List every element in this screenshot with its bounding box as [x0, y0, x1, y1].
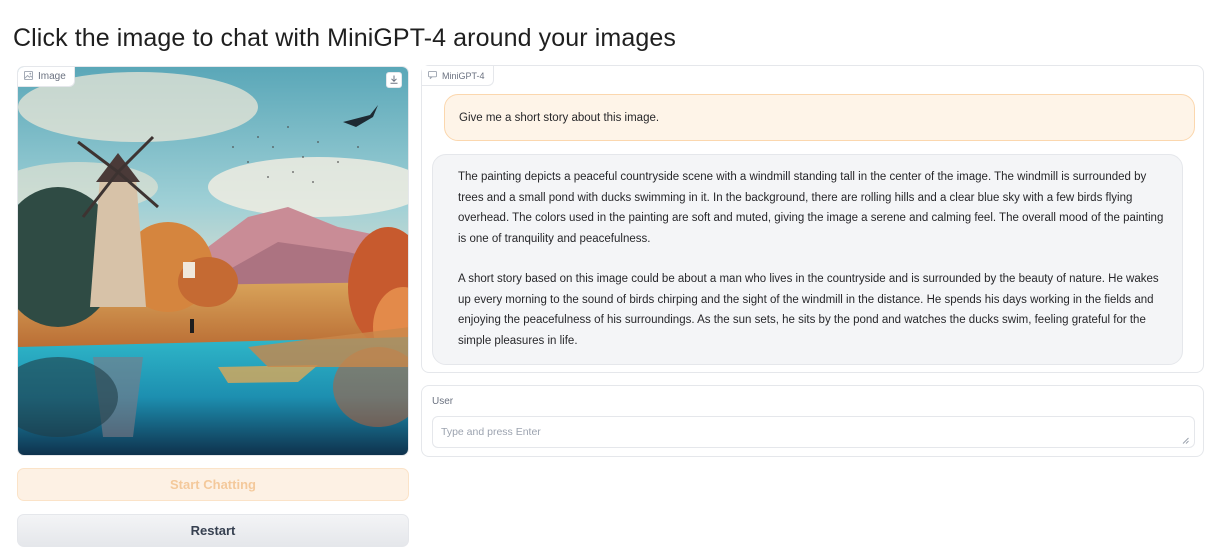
- resize-handle-icon[interactable]: [1182, 437, 1189, 444]
- image-label: Image: [18, 67, 75, 87]
- chatbot-label-text: MiniGPT-4: [442, 70, 485, 81]
- user-message-text: Give me a short story about this image.: [459, 111, 660, 124]
- start-chatting-button[interactable]: Start Chatting: [17, 468, 409, 501]
- uploaded-image[interactable]: [18, 67, 409, 456]
- image-label-text: Image: [38, 71, 66, 82]
- page-title: Click the image to chat with MiniGPT-4 a…: [13, 24, 676, 52]
- chatbot-label: MiniGPT-4: [422, 66, 494, 86]
- image-icon: [24, 70, 33, 83]
- download-icon: [390, 71, 398, 89]
- chat-icon: [428, 70, 437, 81]
- chatbot-panel: MiniGPT-4 Give me a short story about th…: [421, 65, 1204, 373]
- image-panel[interactable]: Image: [17, 66, 409, 456]
- user-message: Give me a short story about this image.: [444, 94, 1195, 141]
- user-input-panel: User: [421, 385, 1204, 457]
- user-message-input[interactable]: [432, 416, 1195, 448]
- user-input-label: User: [432, 396, 454, 407]
- download-button[interactable]: [386, 72, 402, 88]
- restart-button[interactable]: Restart: [17, 514, 409, 547]
- bot-message-paragraph: A short story based on this image could …: [458, 273, 1159, 347]
- bot-message-paragraph: The painting depicts a peaceful countrys…: [458, 171, 1164, 245]
- bot-message: The painting depicts a peaceful countrys…: [432, 154, 1183, 365]
